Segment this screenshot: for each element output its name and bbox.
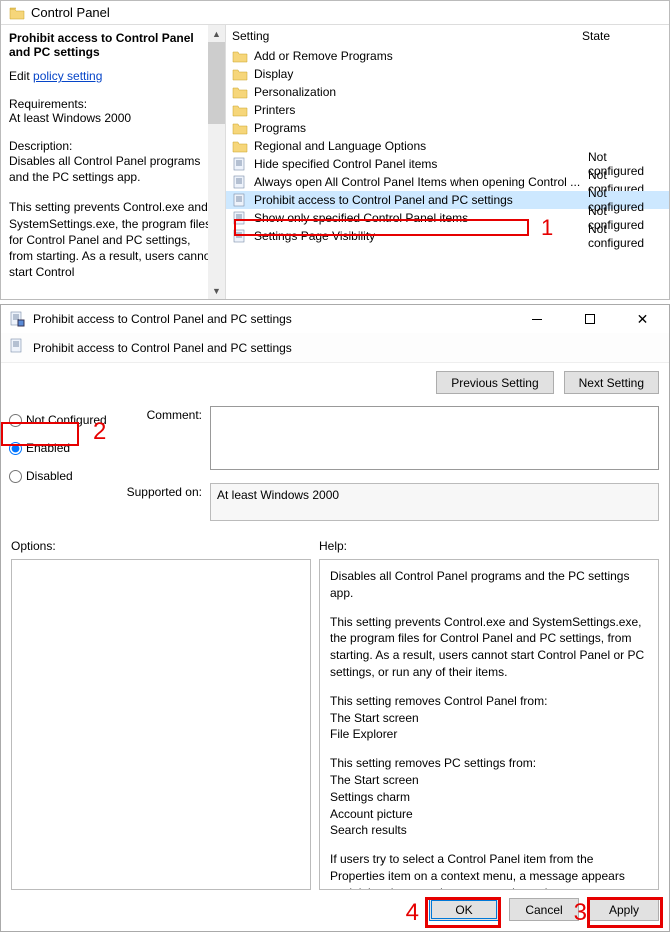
breadcrumb-text[interactable]: Control Panel [31, 5, 110, 20]
close-icon: ✕ [637, 311, 649, 328]
list-header: Setting State [226, 25, 669, 47]
comment-label: Comment: [122, 406, 202, 473]
options-box [11, 559, 311, 890]
radio-disabled[interactable]: Disabled [7, 464, 122, 488]
gpedit-pane: Control Panel Prohibit access to Control… [0, 0, 670, 300]
help-paragraph: This setting removes PC settings from:Th… [330, 755, 648, 839]
maximize-button[interactable] [567, 305, 612, 333]
dialog-title: Prohibit access to Control Panel and PC … [33, 312, 506, 326]
list-item[interactable]: Settings Page VisibilityNot configured [226, 227, 669, 245]
list-item-label: Settings Page Visibility [254, 229, 582, 243]
next-setting-button[interactable]: Next Setting [564, 371, 659, 394]
col-setting[interactable]: Setting [232, 29, 582, 43]
settings-list: Setting State Add or Remove Programs Disp… [226, 25, 669, 299]
cancel-button[interactable]: Cancel [509, 898, 579, 921]
minimize-button[interactable] [514, 305, 559, 333]
list-item[interactable]: Personalization [226, 83, 669, 101]
policy-icon [232, 193, 248, 207]
previous-setting-button[interactable]: Previous Setting [436, 371, 553, 394]
help-paragraph: This setting removes Control Panel from:… [330, 693, 648, 743]
list-item[interactable]: Printers [226, 101, 669, 119]
list-item-label: Show only specified Control Panel items [254, 211, 582, 225]
folder-icon [232, 67, 248, 81]
folder-icon [232, 139, 248, 153]
list-item-label: Add or Remove Programs [254, 49, 582, 63]
scroll-down-icon[interactable]: ▼ [208, 282, 225, 299]
annotation-number-4: 4 [406, 899, 419, 927]
scroll-thumb[interactable] [208, 42, 225, 124]
scroll-up-icon[interactable]: ▲ [208, 25, 225, 42]
col-state[interactable]: State [582, 29, 663, 43]
help-label: Help: [319, 539, 659, 553]
policy-icon [232, 211, 248, 225]
list-item-label: Hide specified Control Panel items [254, 157, 582, 171]
list-item-label: Personalization [254, 85, 582, 99]
help-paragraph: This setting prevents Control.exe and Sy… [330, 614, 648, 681]
folder-icon [9, 6, 25, 20]
radio-disabled-input[interactable] [9, 470, 22, 483]
annotation-number-3: 3 [574, 899, 587, 927]
supported-on-box: At least Windows 2000 [210, 483, 659, 521]
edit-link-row: Edit policy setting [9, 69, 217, 83]
list-item-state: Not configured [588, 222, 663, 250]
dialog-buttons: 4 OK Cancel 3 Apply [1, 890, 669, 931]
radio-enabled-input[interactable] [9, 442, 22, 455]
requirements-text: At least Windows 2000 [9, 111, 217, 125]
requirements-heading: Requirements: [9, 97, 217, 111]
list-item-label: Printers [254, 103, 582, 117]
policy-icon [9, 338, 25, 357]
titlebar: Prohibit access to Control Panel and PC … [1, 305, 669, 333]
details-scrollbar[interactable]: ▲ ▼ [208, 25, 225, 299]
list-item-label: Regional and Language Options [254, 139, 582, 153]
close-button[interactable]: ✕ [620, 305, 665, 333]
list-item-label: Always open All Control Panel Items when… [254, 175, 582, 189]
ok-button[interactable]: OK [429, 898, 499, 921]
radio-not-configured-input[interactable] [9, 414, 22, 427]
list-item[interactable]: Add or Remove Programs [226, 47, 669, 65]
folder-icon [232, 121, 248, 135]
folder-icon [232, 103, 248, 117]
apply-button[interactable]: Apply [589, 898, 659, 921]
folder-icon [232, 85, 248, 99]
help-paragraph: Disables all Control Panel programs and … [330, 568, 648, 602]
policy-icon [232, 175, 248, 189]
policy-icon [232, 157, 248, 171]
list-item-label: Prohibit access to Control Panel and PC … [254, 193, 582, 207]
policy-dialog: Prohibit access to Control Panel and PC … [0, 304, 670, 932]
supported-label: Supported on: [122, 483, 202, 521]
breadcrumb-bar: Control Panel [1, 1, 669, 25]
annotation-number-1: 1 [541, 215, 553, 241]
list-item[interactable]: Display [226, 65, 669, 83]
detail-title: Prohibit access to Control Panel and PC … [9, 31, 217, 59]
list-item-label: Display [254, 67, 582, 81]
nav-buttons: Previous Setting Next Setting [1, 363, 669, 402]
list-item[interactable]: Programs [226, 119, 669, 137]
help-paragraph: If users try to select a Control Panel i… [330, 851, 648, 890]
dialog-subheader: Prohibit access to Control Panel and PC … [1, 333, 669, 363]
description-heading: Description: [9, 139, 217, 153]
policy-icon [9, 311, 25, 327]
folder-icon [232, 49, 248, 63]
help-box[interactable]: Disables all Control Panel programs and … [319, 559, 659, 890]
comment-textarea[interactable] [210, 406, 659, 470]
edit-policy-link[interactable]: policy setting [33, 69, 102, 83]
description-more: This setting prevents Control.exe and Sy… [9, 199, 217, 280]
annotation-number-2: 2 [93, 418, 106, 446]
options-label: Options: [11, 539, 311, 553]
description-text: Disables all Control Panel programs and … [9, 153, 217, 185]
dialog-subtitle: Prohibit access to Control Panel and PC … [33, 341, 661, 355]
details-panel: Prohibit access to Control Panel and PC … [1, 25, 226, 299]
list-item-label: Programs [254, 121, 582, 135]
policy-icon [232, 229, 248, 243]
